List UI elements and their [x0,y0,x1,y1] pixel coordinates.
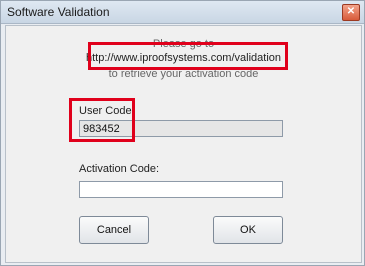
url-highlight-box [88,42,288,70]
software-validation-dialog: Software Validation ✕ Please go to http:… [0,0,365,266]
user-code-highlight-box [69,98,135,142]
ok-button[interactable]: OK [213,216,283,244]
close-icon[interactable]: ✕ [342,4,360,21]
activation-code-input[interactable] [79,181,283,198]
activation-code-label: Activation Code: [79,163,160,175]
title-bar: Software Validation ✕ [1,1,364,24]
window-title: Software Validation [7,5,110,19]
cancel-button[interactable]: Cancel [79,216,149,244]
dialog-body: Please go to http://www.iproofsystems.co… [5,25,362,263]
